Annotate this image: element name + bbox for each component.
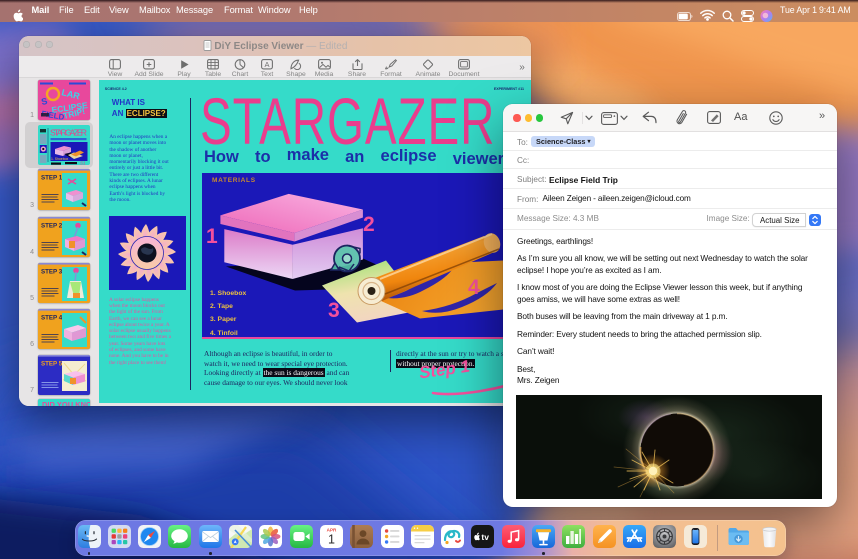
svg-text:tv: tv: [482, 532, 490, 542]
svg-text:STEP 4:: STEP 4:: [41, 315, 64, 322]
svg-text:1: 1: [328, 532, 335, 546]
svg-text:DID YOU KNOW: DID YOU KNOW: [42, 400, 90, 406]
svg-text:A: A: [264, 60, 269, 69]
svg-text:STARGAZER: STARGAZER: [50, 128, 87, 138]
svg-text:STEP 1:: STEP 1:: [41, 175, 64, 182]
svg-text:S1: S1: [80, 161, 86, 166]
svg-text:STEP 2:: STEP 2:: [41, 222, 64, 229]
svg-text:1. Shoebox: 1. Shoebox: [51, 157, 68, 161]
svg-text:STEP 5:: STEP 5:: [41, 361, 64, 368]
svg-text:STEP 3:: STEP 3:: [41, 268, 64, 275]
svg-text:LAR: LAR: [61, 87, 82, 101]
